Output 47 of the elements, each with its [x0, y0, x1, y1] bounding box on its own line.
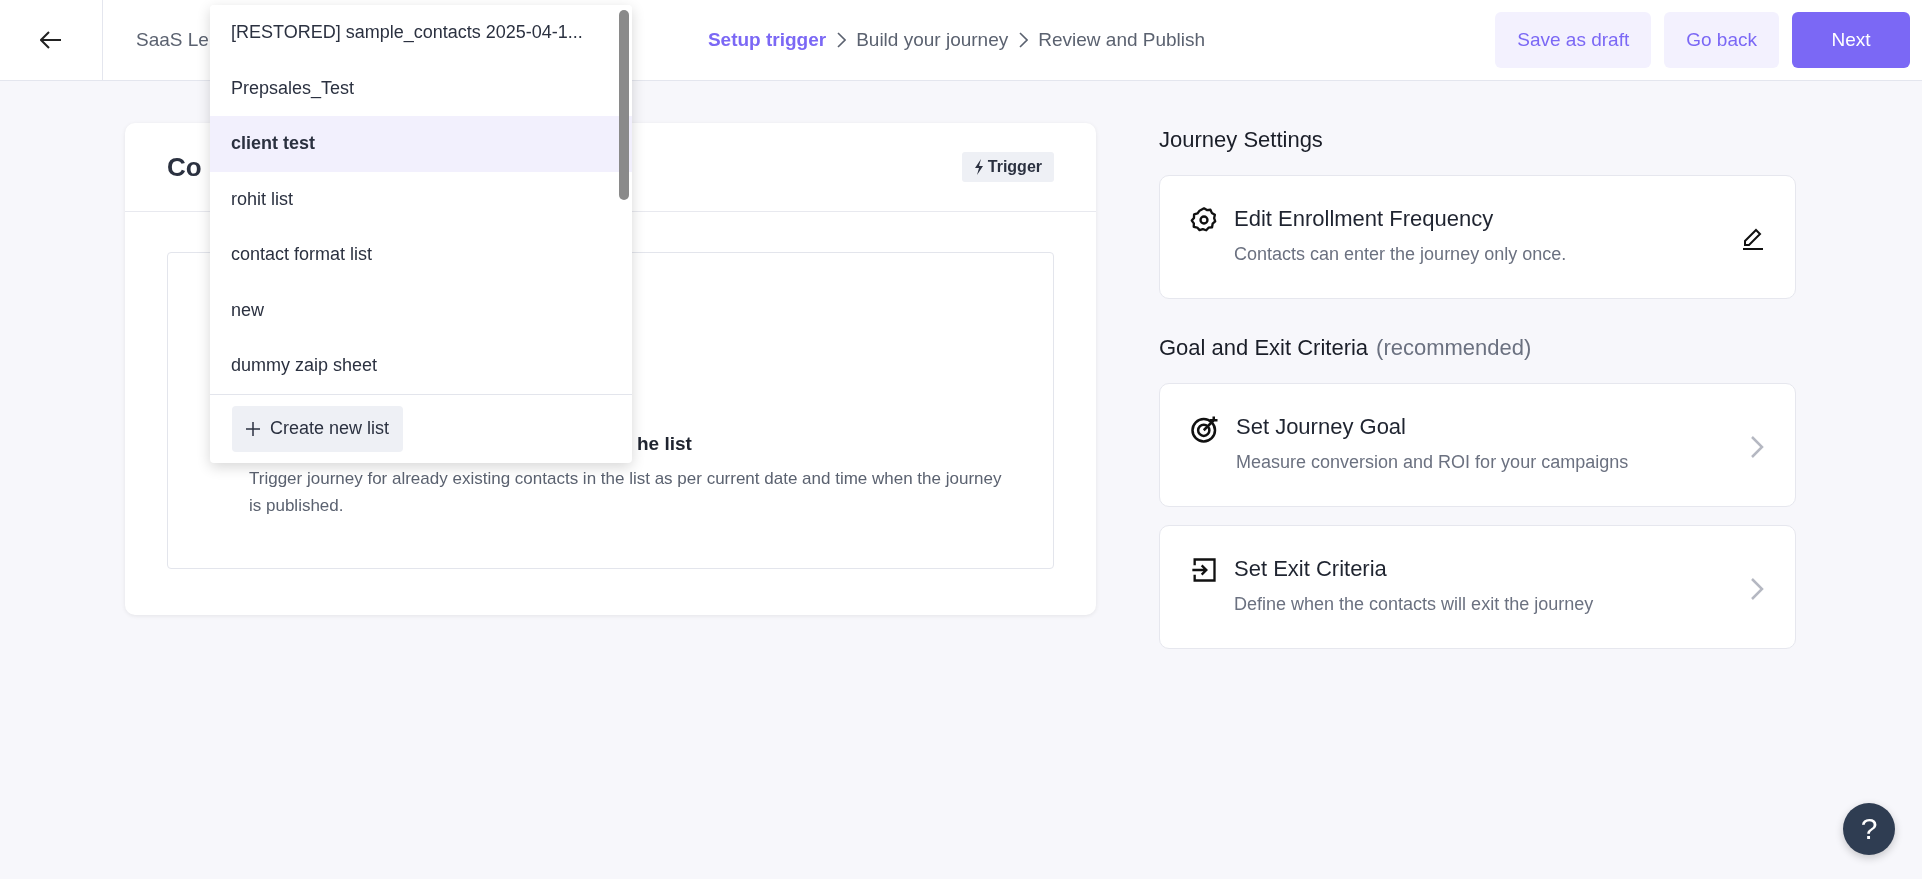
setting-card[interactable]: Set Exit Criteria Define when the contacts will exit the journey — [1159, 525, 1796, 649]
create-list-button[interactable]: Create new list — [232, 405, 404, 452]
edit-button[interactable] — [1741, 226, 1765, 250]
card-title: Co — [167, 151, 202, 183]
open-button[interactable] — [1749, 576, 1765, 602]
section-note: (recommended) — [1376, 335, 1532, 360]
section-title: Goal and Exit Criteria — [1159, 335, 1369, 360]
gear-icon — [1190, 206, 1218, 234]
lightning-icon — [973, 159, 984, 175]
setting-title: Set Journey Goal — [1236, 414, 1407, 440]
target-icon — [1190, 414, 1220, 444]
setting-title: Edit Enrollment Frequency — [1234, 206, 1495, 232]
help-button[interactable]: ? — [1843, 803, 1895, 855]
setting-description: Define when the contacts will exit the journey — [1234, 594, 1595, 615]
pencil-icon — [1741, 226, 1765, 250]
dropdown-item[interactable]: contact format list — [210, 227, 632, 283]
secondary-button[interactable]: Save as draft — [1495, 12, 1652, 68]
chevron-right-icon — [836, 32, 847, 48]
step-link[interactable]: Review and Publish — [1038, 29, 1206, 51]
chevron-right-icon — [1749, 576, 1765, 602]
step-link[interactable]: Build your journey — [856, 29, 1009, 51]
back-arrow-icon — [40, 31, 62, 49]
scrollbar-thumb[interactable] — [619, 10, 629, 200]
primary-button[interactable]: Next — [1792, 12, 1910, 68]
dropdown-item[interactable]: Prepsales_Test — [210, 60, 632, 116]
exit-icon — [1190, 556, 1218, 584]
chevron-right-icon — [1018, 32, 1029, 48]
secondary-button[interactable]: Go back — [1664, 12, 1779, 68]
dropdown-item[interactable]: dummy zaip sheet — [210, 338, 632, 394]
dropdown-item[interactable]: new — [210, 282, 632, 338]
dropdown-item[interactable]: client test — [210, 116, 632, 172]
option-description: Trigger journey for already existing contacts in the list as per current date and time when the journey is published. — [249, 468, 1003, 517]
step-link[interactable]: Setup trigger — [707, 29, 827, 51]
section-title: Journey Settings — [1159, 127, 1324, 153]
dropdown-item[interactable]: [RESTORED] sample_contacts 2025-04-1... — [210, 5, 632, 61]
chevron-right-icon — [1749, 434, 1765, 460]
open-button[interactable] — [1749, 434, 1765, 460]
setting-description: Measure conversion and ROI for your campaigns — [1236, 452, 1630, 473]
setting-card[interactable]: Edit Enrollment Frequency Contacts can enter the journey only once. — [1159, 175, 1796, 299]
plus-icon — [246, 421, 260, 436]
setting-card[interactable]: Set Journey Goal Measure conversion and ROI for your campaigns — [1159, 383, 1796, 507]
badge-label: Trigger — [987, 158, 1042, 176]
journey-title: SaaS Le — [136, 29, 209, 51]
dropdown-item[interactable]: rohit list — [210, 171, 632, 227]
setting-title: Set Exit Criteria — [1234, 556, 1388, 582]
option-title: he list — [637, 433, 693, 455]
setting-description: Contacts can enter the journey only once. — [1234, 244, 1568, 265]
